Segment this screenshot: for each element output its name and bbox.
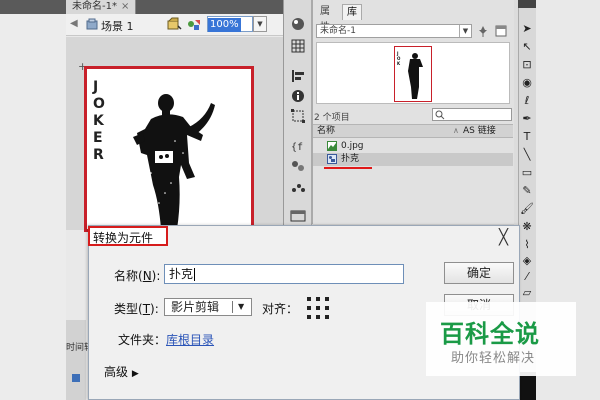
tab-library[interactable]: 库 xyxy=(342,4,362,20)
card-letter: J xyxy=(93,79,99,95)
bone-tool-icon[interactable]: ⌇ xyxy=(520,238,534,252)
preview-thumbnail: J O K xyxy=(394,46,432,102)
chevron-down-icon: ▼ xyxy=(459,25,471,37)
svg-text:K: K xyxy=(397,61,401,66)
document-tab-strip xyxy=(0,0,283,14)
watermark-subtitle: 助你轻松解决 xyxy=(451,351,536,366)
pen-tool-icon[interactable]: ✒ xyxy=(520,112,534,126)
column-linkage[interactable]: AS 链接 xyxy=(463,125,496,137)
brush-tool-icon[interactable]: 🖌 xyxy=(520,202,534,216)
grid-icon[interactable] xyxy=(289,38,307,54)
document-tab-title: 未命名-1* xyxy=(72,1,117,12)
line-tool-icon[interactable]: ╲ xyxy=(520,148,534,162)
chevron-down-icon: ▼ xyxy=(238,302,245,311)
left-margin xyxy=(0,14,66,400)
close-icon[interactable]: × xyxy=(121,1,129,12)
ok-button[interactable]: 确定 xyxy=(444,262,514,284)
sort-icon[interactable]: ∧ xyxy=(453,125,459,137)
library-item-name: 0.jpg xyxy=(341,141,364,151)
highlight-underline xyxy=(324,167,372,169)
info-icon[interactable] xyxy=(289,88,307,104)
bitmap-icon xyxy=(327,141,337,151)
library-item-count: 2 个项目 xyxy=(314,113,350,123)
align-label: 对齐： xyxy=(262,302,299,316)
search-icon xyxy=(435,110,445,120)
column-name[interactable]: 名称 xyxy=(317,125,335,137)
registration-grid[interactable] xyxy=(307,297,329,319)
swatches-icon[interactable] xyxy=(289,16,307,32)
library-item[interactable]: 0.jpg xyxy=(313,140,513,153)
library-document-name: 未命名-1 xyxy=(320,26,356,36)
joker-card[interactable]: J O K E R xyxy=(84,66,254,232)
lasso-tool-icon[interactable]: ℓ xyxy=(520,94,534,108)
dialog-title: 转换为元件 xyxy=(93,231,154,245)
card-letter: E xyxy=(93,130,103,146)
deco-tool-icon[interactable]: ❋ xyxy=(520,220,534,234)
components-icon[interactable] xyxy=(289,158,307,174)
panel-icons-column: {f xyxy=(283,0,312,260)
paint-bucket-tool-icon[interactable]: ◈ xyxy=(520,254,534,268)
card-letter: K xyxy=(93,113,104,129)
code-snippets-icon[interactable]: {f xyxy=(289,138,307,154)
zoom-dropdown-icon[interactable]: ▼ xyxy=(253,16,267,32)
transform-icon[interactable] xyxy=(289,108,307,124)
new-library-panel-icon[interactable] xyxy=(494,24,508,38)
selection-tool-icon[interactable]: ➤ xyxy=(520,22,534,36)
joker-figure-image xyxy=(133,94,215,229)
close-icon[interactable]: ╳ xyxy=(499,228,508,246)
eraser-tool-icon[interactable]: ▱ xyxy=(520,286,534,300)
svg-text:{f: {f xyxy=(291,142,303,153)
scene-icon xyxy=(86,18,98,30)
document-tab[interactable]: 未命名-1* × xyxy=(66,0,137,14)
symbol-name-value: 扑克 xyxy=(169,267,194,281)
movieclip-icon xyxy=(327,154,337,164)
back-arrow-icon[interactable]: ◀ xyxy=(70,18,78,29)
tab-properties[interactable]: 属性 xyxy=(316,4,334,33)
3d-rotation-tool-icon[interactable]: ◉ xyxy=(520,76,534,90)
stroke-fill-swatch[interactable] xyxy=(518,372,536,400)
zoom-value: 100% xyxy=(208,18,241,32)
subselection-tool-icon[interactable]: ↖ xyxy=(520,40,534,54)
edit-scene-icon[interactable] xyxy=(166,16,182,32)
expand-triangle-icon: ▶ xyxy=(131,369,139,379)
free-transform-tool-icon[interactable]: ⊡ xyxy=(520,58,534,72)
layer-icon[interactable] xyxy=(72,374,80,382)
type-label: 类型(T): xyxy=(114,302,159,316)
edit-symbols-icon[interactable] xyxy=(186,16,202,32)
library-item-name: 扑克 xyxy=(341,154,360,164)
library-column-header: 名称 ∧ AS 链接 xyxy=(313,124,513,138)
library-item[interactable]: 扑克 xyxy=(313,153,513,166)
eyedropper-tool-icon[interactable]: ⁄ xyxy=(520,270,534,284)
watermark-title: 百科全说 xyxy=(440,320,540,348)
scene-label[interactable]: 场景 1 xyxy=(101,18,134,34)
movie-explorer-icon[interactable] xyxy=(289,208,307,224)
folder-link[interactable]: 库根目录 xyxy=(166,331,214,348)
library-search-input[interactable] xyxy=(432,108,512,121)
card-letter: O xyxy=(93,96,105,112)
timeline-panel xyxy=(66,320,86,400)
align-icon[interactable] xyxy=(289,68,307,84)
symbol-name-input[interactable]: 扑克 xyxy=(164,264,404,284)
name-label: 名称(N): xyxy=(114,269,161,283)
text-tool-icon[interactable]: T xyxy=(520,130,534,144)
tools-panel-header xyxy=(518,0,536,8)
pin-library-icon[interactable] xyxy=(476,24,490,38)
zoom-input[interactable]: 100% xyxy=(207,16,253,32)
motion-presets-icon[interactable] xyxy=(289,180,307,196)
rectangle-tool-icon[interactable]: ▭ xyxy=(520,166,534,180)
advanced-toggle[interactable]: 高级 ▶ xyxy=(104,363,139,380)
symbol-type-value: 影片剪辑 xyxy=(171,300,220,314)
folder-label: 文件夹： xyxy=(118,333,167,347)
card-letter: R xyxy=(93,147,104,163)
symbol-type-select[interactable]: 影片剪辑 ▼ xyxy=(164,298,252,316)
advanced-label: 高级 xyxy=(104,365,129,379)
library-document-select[interactable]: 未命名-1 ▼ xyxy=(316,24,472,38)
pencil-tool-icon[interactable]: ✎ xyxy=(520,184,534,198)
